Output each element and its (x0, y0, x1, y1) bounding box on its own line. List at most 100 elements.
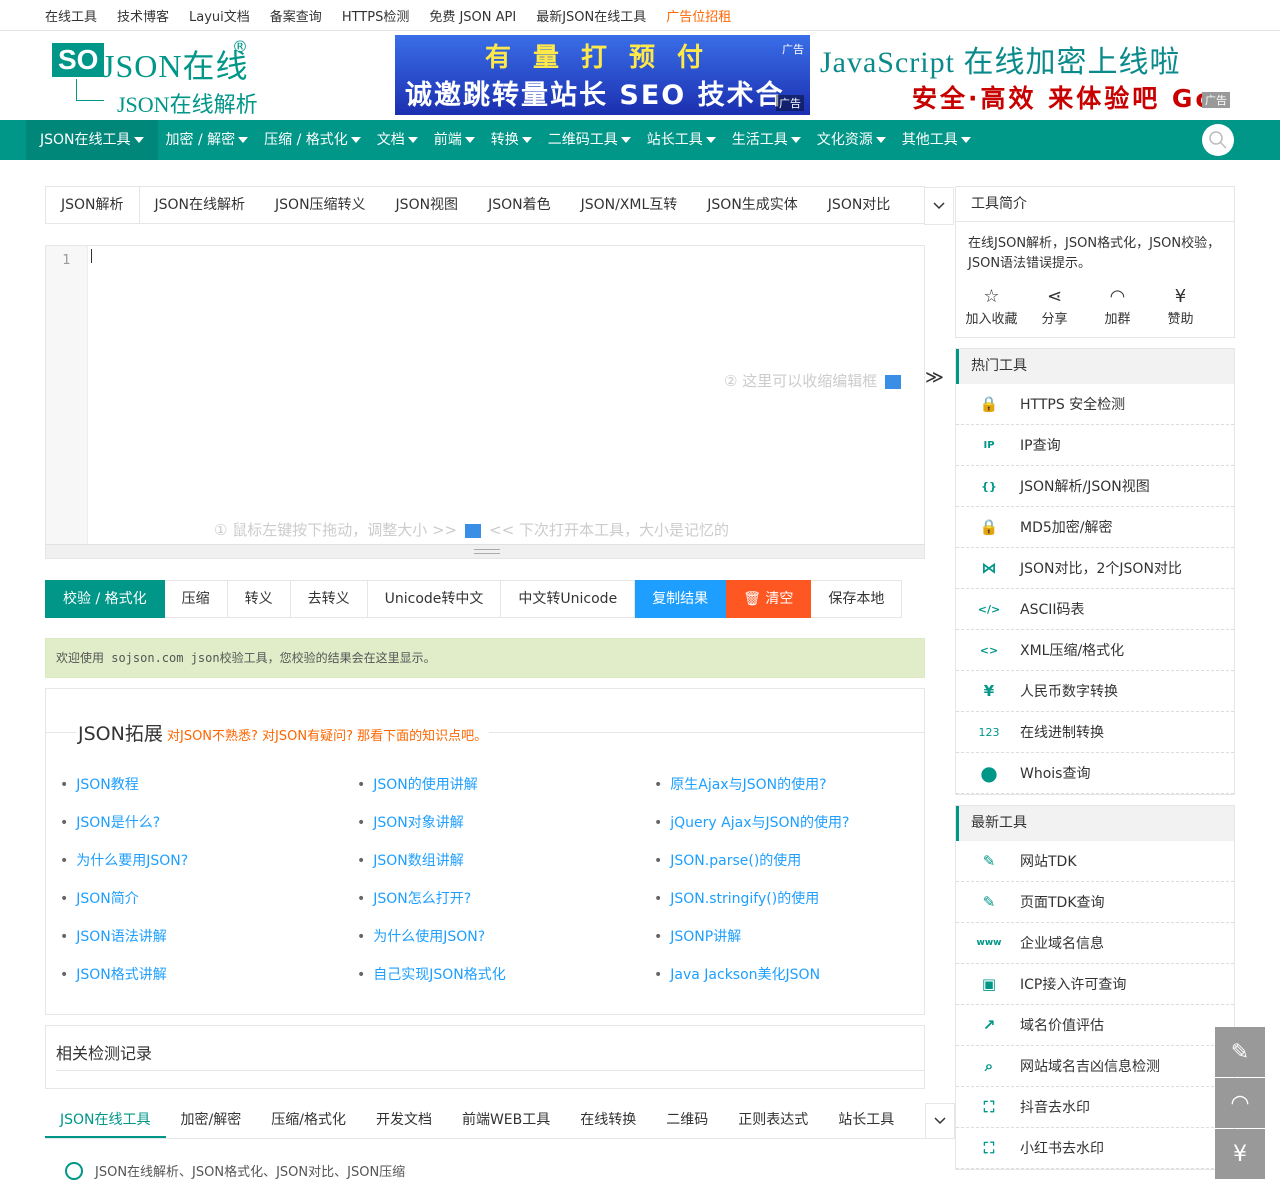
resize-handle[interactable] (46, 544, 924, 558)
nav-frontend[interactable]: 前端 (426, 120, 483, 160)
top-link-https[interactable]: HTTPS检测 (342, 6, 410, 25)
top-link-ad[interactable]: 广告位招租 (666, 6, 731, 25)
validate-format-button[interactable]: 校验 / 格式化 (45, 580, 165, 618)
nav-qrcode[interactable]: 二维码工具 (540, 120, 639, 160)
donate-float-button[interactable]: ¥ (1215, 1129, 1265, 1179)
escape-button[interactable]: 转义 (227, 580, 291, 618)
knowledge-link[interactable]: JSON教程 (60, 774, 357, 796)
bottom-tool-item[interactable]: JSON在线解析、JSON格式化、JSON对比、JSON压缩 (65, 1161, 405, 1180)
top-link-new-json[interactable]: 最新JSON在线工具 (536, 6, 646, 25)
btab-encrypt[interactable]: 加密/解密 (166, 1103, 257, 1138)
top-link-blog[interactable]: 技术博客 (117, 6, 169, 25)
btab-compress[interactable]: 压缩/格式化 (256, 1103, 361, 1138)
hot-tool-md5[interactable]: 🔒 MD5加密/解密 (956, 507, 1234, 548)
nav-webmaster[interactable]: 站长工具 (639, 120, 724, 160)
knowledge-link[interactable]: 为什么使用JSON? (357, 926, 654, 948)
new-tool-tdk[interactable]: ✎ 网站TDK (956, 841, 1234, 882)
hot-tool-xml[interactable]: <> XML压缩/格式化 (956, 630, 1234, 671)
knowledge-link[interactable]: JSON是什么? (60, 812, 357, 834)
tab-json-compress[interactable]: JSON压缩转义 (260, 187, 381, 223)
hot-tool-https[interactable]: 🔒 HTTPS 安全检测 (956, 384, 1234, 425)
hot-tool-json[interactable]: {} JSON解析/JSON视图 (956, 466, 1234, 507)
new-tool-domain-value[interactable]: ↗ 域名价值评估 (956, 1005, 1234, 1046)
new-tool-domain-info[interactable]: www 企业域名信息 (956, 923, 1234, 964)
knowledge-link[interactable]: JSON格式讲解 (60, 964, 357, 986)
knowledge-link[interactable]: JSON.parse()的使用 (654, 850, 924, 872)
qq-float-button[interactable]: ◠ (1215, 1078, 1265, 1128)
knowledge-link[interactable]: JSON的使用讲解 (357, 774, 654, 796)
top-link-json-api[interactable]: 免费 JSON API (429, 6, 516, 25)
json-editor[interactable]: 1 ② 这里可以收缩编辑框 ① 鼠标左键按下拖动，调整大小 >> << 下次打开本… (45, 245, 925, 559)
tab-json-color[interactable]: JSON着色 (473, 187, 566, 223)
knowledge-link[interactable]: 自己实现JSON格式化 (357, 964, 654, 986)
btab-convert[interactable]: 在线转换 (565, 1103, 651, 1138)
nav-life[interactable]: 生活工具 (724, 120, 809, 160)
search-button[interactable] (1202, 124, 1234, 156)
join-group-button[interactable]: ◠ 加群 (1086, 286, 1149, 327)
tab-json-parse[interactable]: JSON解析 (46, 187, 140, 223)
share-icon: ⋖ (1046, 286, 1063, 307)
knowledge-link[interactable]: JSON数组讲解 (357, 850, 654, 872)
hot-tool-radix[interactable]: 123 在线进制转换 (956, 712, 1234, 753)
tab-json-diff[interactable]: JSON对比 (813, 187, 906, 223)
knowledge-link[interactable]: JSON.stringify()的使用 (654, 888, 924, 910)
new-tool-xiaohongshu[interactable]: ⛶ 小红书去水印 (956, 1128, 1234, 1169)
knowledge-link[interactable]: jQuery Ajax与JSON的使用? (654, 812, 924, 834)
top-link-beian[interactable]: 备案查询 (270, 6, 322, 25)
btab-docs[interactable]: 开发文档 (361, 1103, 447, 1138)
nav-json-tools[interactable]: JSON在线工具 (26, 120, 158, 160)
nav-convert[interactable]: 转换 (483, 120, 540, 160)
btabs-more-button[interactable] (925, 1103, 955, 1139)
unicode-to-chinese-button[interactable]: Unicode转中文 (367, 580, 502, 618)
tab-json-view[interactable]: JSON视图 (381, 187, 474, 223)
hot-tool-ascii[interactable]: </> ASCII码表 (956, 589, 1234, 630)
top-link-online-tools[interactable]: 在线工具 (45, 6, 97, 25)
hot-tool-json-diff[interactable]: ⋈ JSON对比，2个JSON对比 (956, 548, 1234, 589)
top-link-layui[interactable]: Layui文档 (189, 6, 250, 25)
chinese-to-unicode-button[interactable]: 中文转Unicode (501, 580, 636, 618)
btab-regex[interactable]: 正则表达式 (723, 1103, 823, 1138)
knowledge-link[interactable]: JSON对象讲解 (357, 812, 654, 834)
save-local-button[interactable]: 保存本地 (811, 580, 903, 618)
btab-webmaster[interactable]: 站长工具 (823, 1103, 909, 1138)
hot-tool-whois[interactable]: ● Whois查询 (956, 753, 1234, 794)
knowledge-link[interactable]: JSON怎么打开? (357, 888, 654, 910)
compress-button[interactable]: 压缩 (164, 580, 228, 618)
ad-banner-seo[interactable]: 有量打预付 诚邀跳转量站长 SEO 技术合作 广告 广告 (395, 35, 810, 115)
clear-button[interactable]: 🗑 清空 (726, 580, 812, 618)
btab-frontend[interactable]: 前端WEB工具 (447, 1103, 565, 1138)
knowledge-link[interactable]: 原生Ajax与JSON的使用? (654, 774, 924, 796)
hot-tool-rmb[interactable]: ¥ 人民币数字转换 (956, 671, 1234, 712)
unescape-button[interactable]: 去转义 (290, 580, 368, 618)
knowledge-link[interactable]: JSON语法讲解 (60, 926, 357, 948)
btab-json-tools[interactable]: JSON在线工具 (45, 1103, 166, 1138)
tab-json-xml[interactable]: JSON/XML互转 (566, 187, 693, 223)
nav-culture[interactable]: 文化资源 (809, 120, 894, 160)
favorite-button[interactable]: ☆ 加入收藏 (960, 286, 1023, 327)
knowledge-link[interactable]: Java Jackson美化JSON (654, 964, 924, 986)
knowledge-link[interactable]: JSONP讲解 (654, 926, 924, 948)
logo[interactable]: SO JSON在线 ® JSON在线解析 (52, 37, 282, 117)
tab-json-entity[interactable]: JSON生成实体 (692, 187, 813, 223)
knowledge-link[interactable]: 为什么要用JSON? (60, 850, 357, 872)
feedback-float-button[interactable]: ✎ (1215, 1027, 1265, 1077)
btab-qrcode[interactable]: 二维码 (651, 1103, 723, 1138)
nav-other[interactable]: 其他工具 (894, 120, 979, 160)
nav-docs[interactable]: 文档 (369, 120, 426, 160)
ip-icon: IP (983, 439, 995, 451)
share-button[interactable]: ⋖ 分享 (1023, 286, 1086, 327)
tabs-more-button[interactable] (924, 187, 954, 225)
collapse-editor-button[interactable]: ≫ (925, 367, 944, 388)
tab-json-online-parse[interactable]: JSON在线解析 (140, 187, 261, 223)
donate-button[interactable]: ¥ 赞助 (1149, 286, 1212, 327)
nav-compress[interactable]: 压缩 / 格式化 (256, 120, 369, 160)
new-tool-icp[interactable]: ▣ ICP接入许可查询 (956, 964, 1234, 1005)
new-tool-domain-fortune[interactable]: ⌕ 网站域名吉凶信息检测 (956, 1046, 1234, 1087)
ad-banner-js[interactable]: JavaScript 在线加密上线啦 安全·高效 来体验吧 Go 广告 (820, 37, 1230, 117)
new-tool-douyin[interactable]: ⛶ 抖音去水印 (956, 1087, 1234, 1128)
new-tool-page-tdk[interactable]: ✎ 页面TDK查询 (956, 882, 1234, 923)
knowledge-link[interactable]: JSON简介 (60, 888, 357, 910)
hot-tool-ip[interactable]: IP IP查询 (956, 425, 1234, 466)
copy-result-button[interactable]: 复制结果 (635, 580, 727, 618)
nav-encrypt[interactable]: 加密 / 解密 (158, 120, 257, 160)
